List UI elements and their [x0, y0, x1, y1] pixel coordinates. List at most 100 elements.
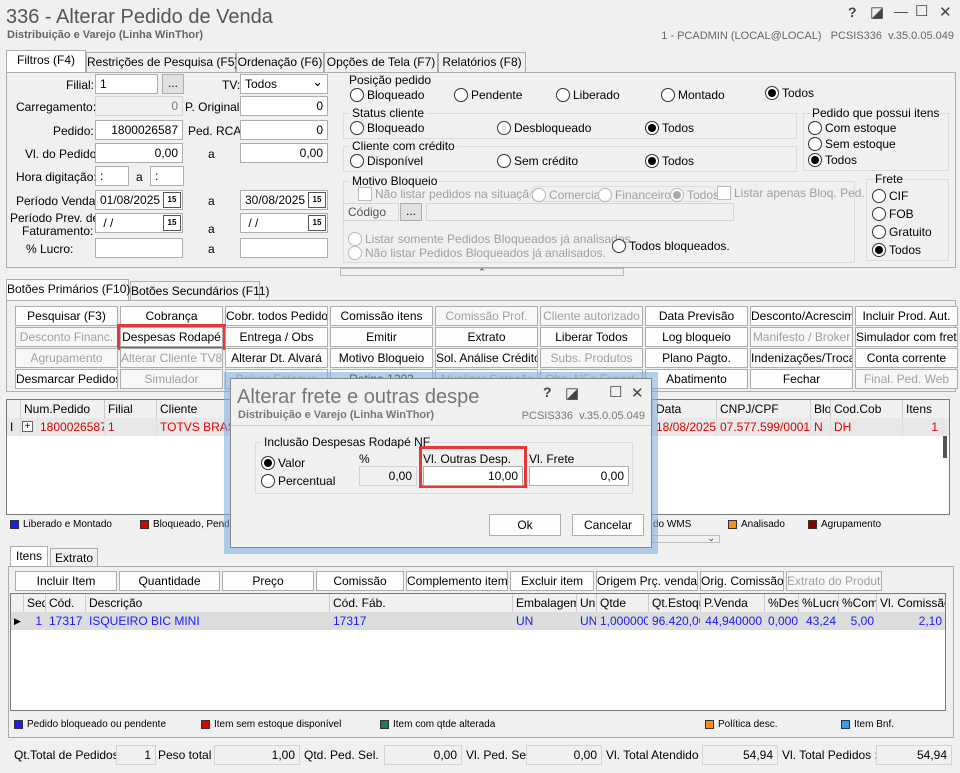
btn-2-0[interactable]: Agrupamento	[15, 348, 118, 368]
calendar-icon[interactable]: 15	[163, 215, 181, 231]
pedrca-input[interactable]: 0	[240, 120, 328, 140]
btn-3-1[interactable]: Simulador	[120, 369, 223, 389]
tab-restricoes[interactable]: Restrições de Pesquisa (F5)	[86, 52, 238, 72]
col-p-venda[interactable]: P.Venda	[701, 594, 765, 612]
frete-todos[interactable]: Todos	[872, 243, 921, 257]
btn-0-3[interactable]: Comissão itens	[330, 306, 433, 326]
col-embalagem[interactable]: Embalagem	[513, 594, 577, 612]
item-btn-3[interactable]: Comissão	[316, 571, 404, 591]
btn-0-2[interactable]: Cobr. todos Pedidos	[225, 306, 328, 326]
btn-2-8[interactable]: Conta corrente	[855, 348, 958, 368]
btn-2-4[interactable]: Sol. Análise Crédito	[435, 348, 538, 368]
col-cod-fab[interactable]: Cód. Fáb.	[330, 594, 513, 612]
tv-select[interactable]: Todos ⌄	[240, 74, 328, 94]
credito-todos[interactable]: Todos	[645, 154, 694, 168]
tab-relatorios[interactable]: Relatórios (F8)	[438, 52, 526, 72]
col-itens[interactable]: Itens	[903, 400, 949, 418]
col-cod[interactable]: Cód.	[46, 594, 86, 612]
btn-3-8[interactable]: Final. Ped. Web	[855, 369, 958, 389]
itens-sem-estoque[interactable]: Sem estoque	[808, 137, 896, 151]
btn-1-7[interactable]: Manifesto / Broker	[750, 327, 853, 347]
tab-botoes-secundarios[interactable]: Botões Secundários (F11)	[130, 281, 270, 301]
tab-extrato[interactable]: Extrato	[50, 548, 98, 568]
col-qtde[interactable]: Qtde	[597, 594, 649, 612]
btn-2-3[interactable]: Motivo Bloqueio	[330, 348, 433, 368]
cancel-button[interactable]: Cancelar	[572, 514, 644, 536]
calendar-icon[interactable]: 15	[308, 215, 326, 231]
item-btn-4[interactable]: Complemento item	[406, 571, 508, 591]
btn-1-2[interactable]: Entrega / Obs	[225, 327, 328, 347]
codigo-lookup-button[interactable]: ...	[400, 203, 422, 221]
codigo-desc-input[interactable]	[426, 203, 734, 221]
credito-disponivel[interactable]: Disponível	[350, 154, 423, 168]
frete-fob[interactable]: FOB	[872, 207, 914, 221]
btn-1-0[interactable]: Desconto Financ.	[15, 327, 118, 347]
col-seq[interactable]: Seq	[24, 594, 46, 612]
todos-bloqueados-radio[interactable]: Todos bloqueados.	[612, 239, 730, 253]
col-descricao[interactable]: Descrição	[86, 594, 330, 612]
btn-1-8[interactable]: Simulador com frete	[855, 327, 958, 347]
item-btn-0[interactable]: Incluir Item	[15, 571, 117, 591]
col-data[interactable]: Data	[653, 400, 717, 418]
btn-1-4[interactable]: Extrato	[435, 327, 538, 347]
nao-listar-checkbox[interactable]: Não listar pedidos na situação:	[358, 187, 539, 201]
col-qt-estoque[interactable]: Qt.Estoque	[649, 594, 701, 612]
lucro-from-input[interactable]	[95, 238, 183, 258]
btn-0-1[interactable]: Cobrança	[120, 306, 223, 326]
dialog-maximize-icon[interactable]: ☐	[609, 383, 622, 401]
col-num-pedido[interactable]: Num.Pedido	[21, 400, 105, 418]
pedido-input[interactable]: 1800026587	[95, 120, 183, 140]
apenas-bloq-checkbox[interactable]: Listar apenas Bloq. Ped.	[717, 186, 865, 200]
btn-0-5[interactable]: Cliente autorizado	[540, 306, 643, 326]
opt-percentual[interactable]: Percentual	[261, 474, 335, 488]
col-pct-com[interactable]: %Com.	[839, 594, 877, 612]
table-row[interactable]: ▶ 1 17317 ISQUEIRO BIC MINI 17317 UN UN …	[11, 612, 945, 630]
status-bloqueado[interactable]: Bloqueado	[350, 121, 424, 135]
posicao-bloqueado[interactable]: Bloqueado	[350, 88, 424, 102]
close-icon[interactable]: ✕	[939, 3, 952, 21]
carregamento-input[interactable]: 0	[95, 96, 183, 116]
filial-lookup-button[interactable]: ...	[162, 74, 184, 94]
expand-icon[interactable]: +	[22, 421, 33, 432]
btn-1-1[interactable]: Despesas Rodapé	[117, 324, 226, 350]
sit-todos[interactable]: Todos	[670, 188, 719, 202]
hora-to-input[interactable]: :	[150, 166, 184, 186]
btn-3-0[interactable]: Desmarcar Pedidos	[15, 369, 118, 389]
btn-0-4[interactable]: Comissão Prof.	[435, 306, 538, 326]
col-filial[interactable]: Filial	[105, 400, 157, 418]
minimize-icon[interactable]: —	[894, 3, 908, 19]
btn-0-6[interactable]: Data Previsão	[645, 306, 748, 326]
tab-opcoes[interactable]: Opções de Tela (F7)	[324, 52, 438, 72]
posicao-todos[interactable]: Todos	[765, 86, 814, 100]
dialog-help-icon[interactable]: ?	[543, 384, 552, 400]
tab-filtros[interactable]: Filtros (F4)	[6, 50, 86, 72]
btn-2-1[interactable]: Alterar Cliente TV8	[120, 348, 223, 368]
nao-listar-bloq-radio[interactable]: Não listar Pedidos Bloqueados já analisa…	[348, 246, 606, 260]
status-todos[interactable]: Todos	[645, 121, 694, 135]
status-desbloqueado[interactable]: Desbloqueado	[497, 121, 591, 135]
posicao-montado[interactable]: Montado	[661, 88, 725, 102]
pct-input[interactable]: 0,00	[359, 466, 417, 486]
help-icon[interactable]: ?	[848, 4, 857, 20]
outras-desp-input[interactable]: 10,00	[423, 466, 523, 486]
col-blo[interactable]: Blo	[811, 400, 831, 418]
col-cnpj[interactable]: CNPJ/CPF	[717, 400, 811, 418]
btn-2-2[interactable]: Alterar Dt. Alvará	[225, 348, 328, 368]
dialog-restore-icon[interactable]: ◪	[565, 384, 579, 402]
splitter-top[interactable]: ⌃	[340, 268, 624, 277]
frete-gratuito[interactable]: Gratuito	[872, 225, 932, 239]
btn-3-6[interactable]: Abatimento	[645, 369, 748, 389]
btn-2-5[interactable]: Subs. Produtos	[540, 348, 643, 368]
tab-ordenacao[interactable]: Ordenação (F6)	[236, 52, 324, 72]
itens-com-estoque[interactable]: Com estoque	[808, 121, 896, 135]
item-btn-1[interactable]: Quantidade	[119, 571, 220, 591]
maximize-icon[interactable]: ☐	[915, 2, 928, 20]
col-pct-desc[interactable]: %Desc	[765, 594, 799, 612]
lucro-to-input[interactable]	[240, 238, 328, 258]
listar-somente-radio[interactable]: Listar somente Pedidos Bloqueados já ana…	[348, 232, 634, 246]
vlpedido-from-input[interactable]: 0,00	[95, 143, 183, 163]
hora-from-input[interactable]: :	[95, 166, 129, 186]
btn-3-7[interactable]: Fechar	[750, 369, 853, 389]
frete-input[interactable]: 0,00	[529, 466, 629, 486]
btn-1-5[interactable]: Liberar Todos	[540, 327, 643, 347]
